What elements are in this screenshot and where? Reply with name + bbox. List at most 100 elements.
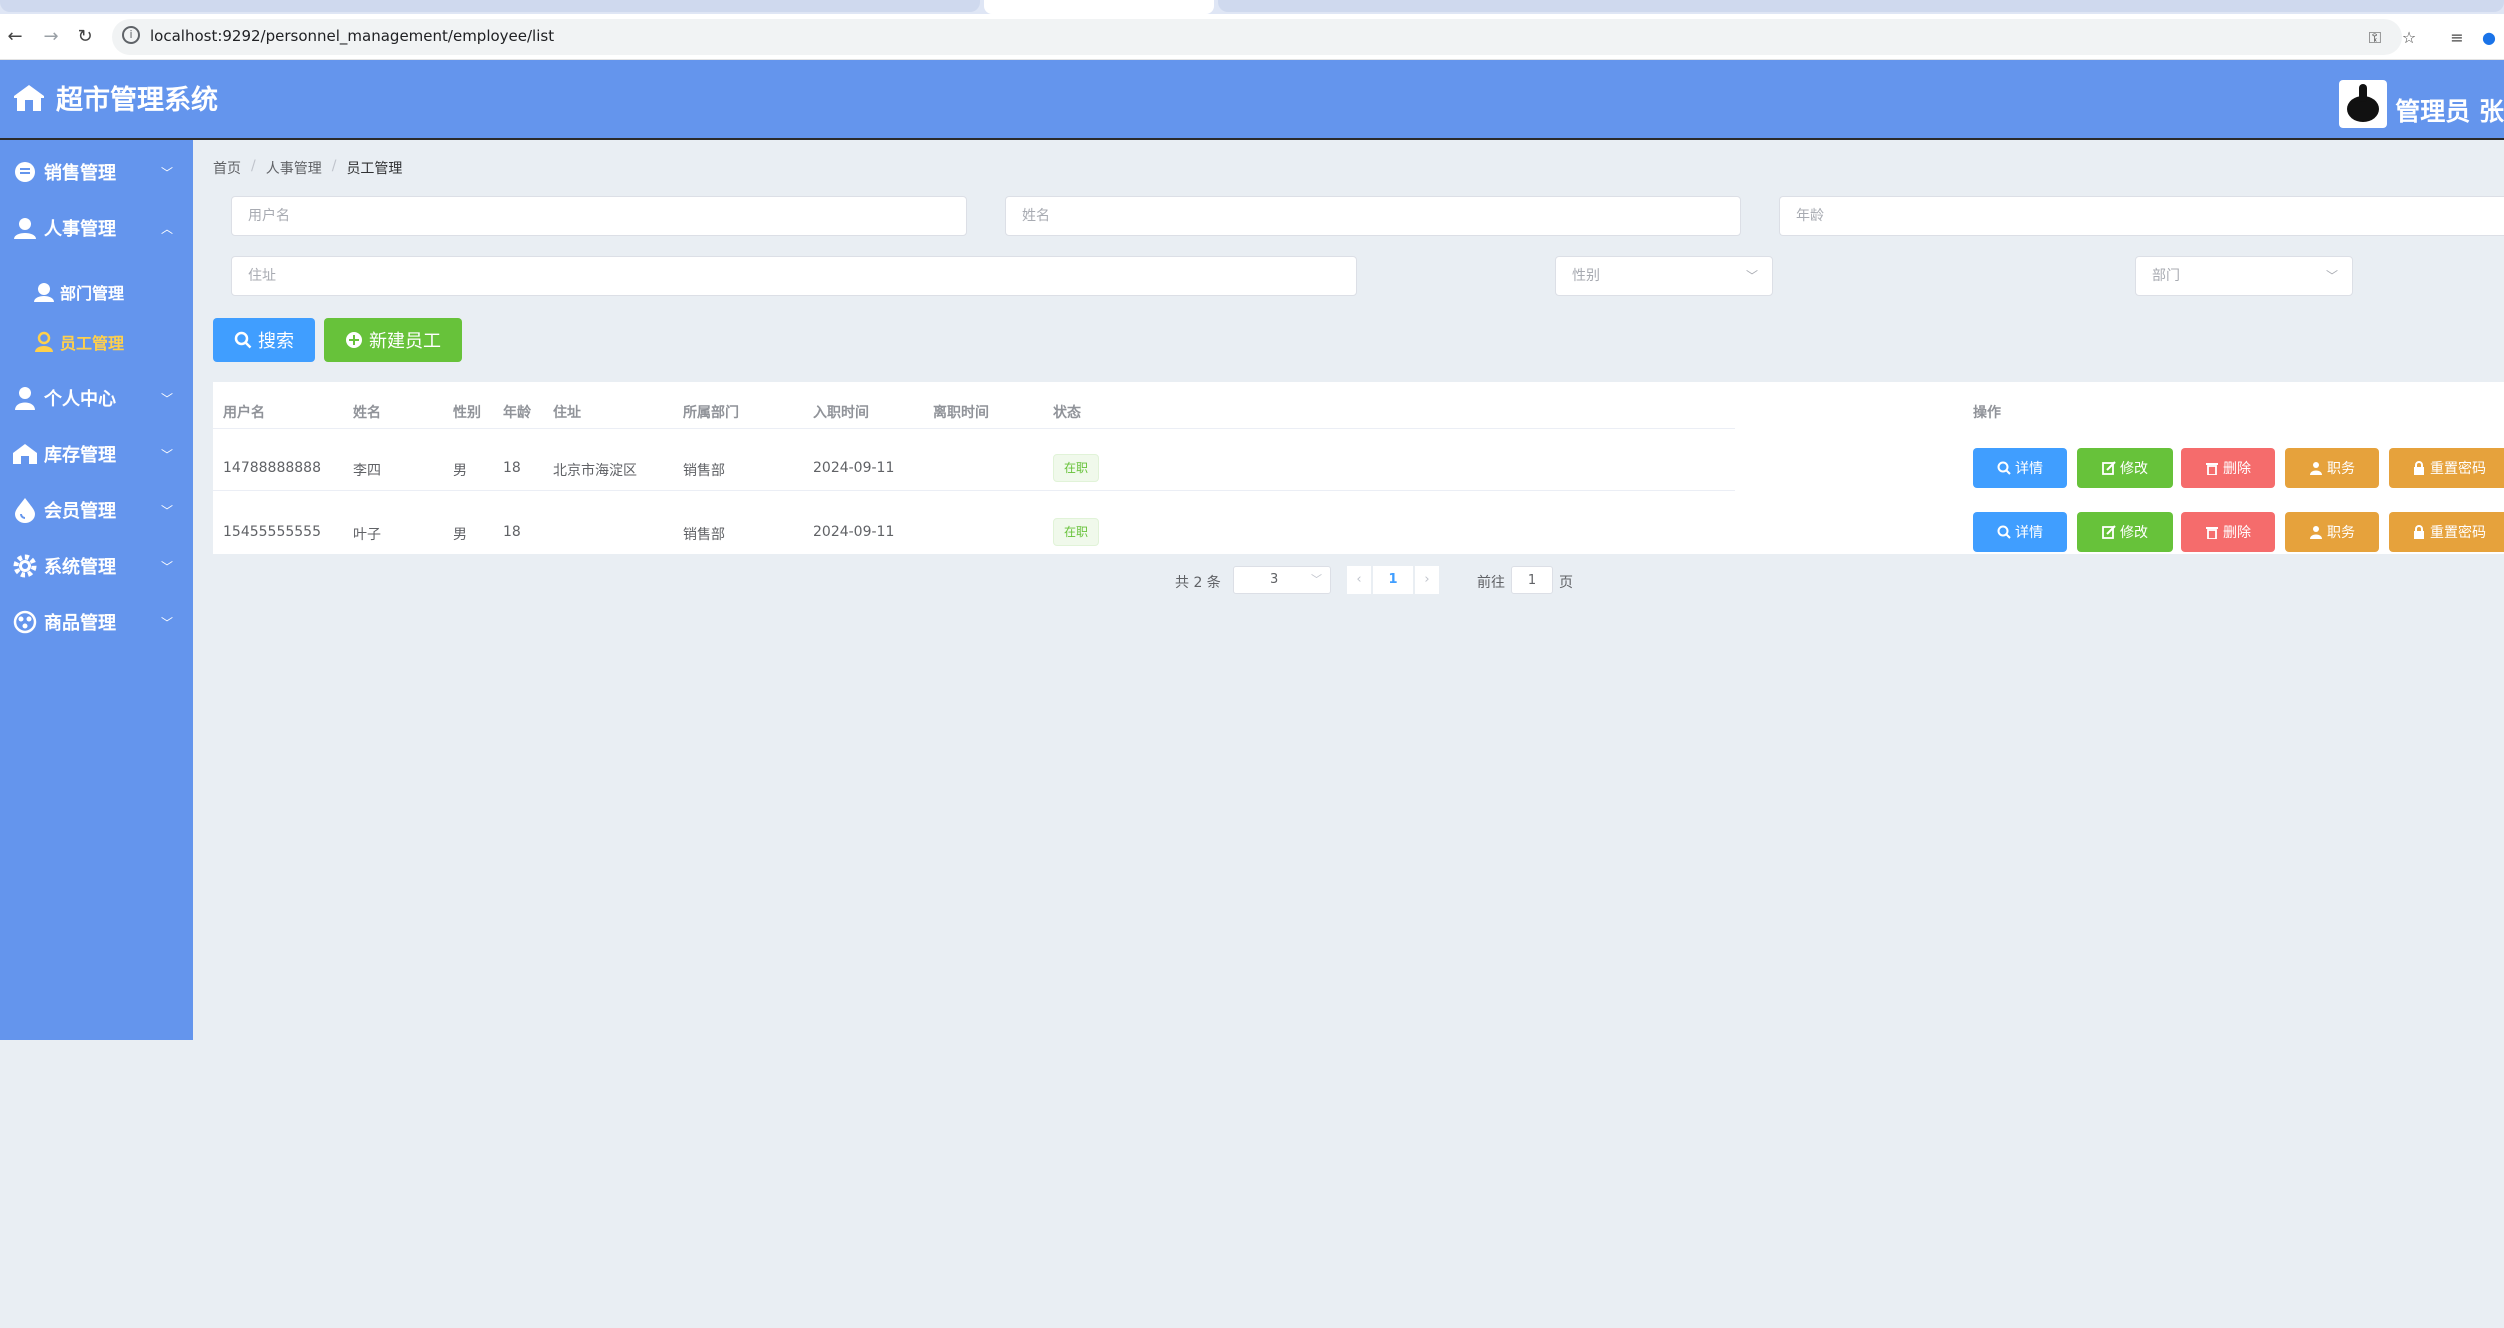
age-input[interactable] (1779, 196, 2504, 236)
drop-icon (12, 497, 38, 523)
new-employee-button[interactable]: 新建员工 (324, 318, 462, 362)
cell-name: 叶子 (353, 527, 381, 543)
bookmark-star-icon[interactable]: ☆ (2398, 27, 2420, 49)
sidebar-item-personnel[interactable]: 人事管理 ︿ (0, 202, 193, 254)
delete-button[interactable]: 删除 (2181, 448, 2275, 488)
chevron-down-icon: ﹀ (160, 392, 173, 406)
forward-icon[interactable]: → (38, 24, 64, 50)
sidebar-item-personal-center[interactable]: 个人中心 ﹀ (0, 372, 193, 424)
app-logo: 超市管理系统 (12, 78, 218, 117)
sidebar-item-membership[interactable]: 会员管理 ﹀ (0, 484, 193, 536)
column-header-operations: 操作 (1973, 405, 2001, 421)
detail-button[interactable]: 详情 (1973, 512, 2067, 552)
gender-select-placeholder: 性别 (1572, 268, 1600, 284)
lock-icon (2412, 525, 2426, 539)
sidebar-item-system[interactable]: 系统管理 ﹀ (0, 540, 193, 592)
browser-tab[interactable] (1218, 0, 2504, 12)
goto-page-input[interactable] (1511, 566, 1553, 594)
reset-password-button[interactable]: 重置密码 (2389, 512, 2504, 552)
user-icon (12, 385, 38, 411)
breadcrumb-current: 员工管理 (346, 161, 403, 177)
app-title: 超市管理系统 (56, 85, 218, 116)
employee-icon (32, 330, 56, 354)
sidebar-item-sales[interactable]: 销售管理 ﹀ (0, 146, 193, 198)
chevron-down-icon: ﹀ (160, 616, 173, 630)
column-header-username: 用户名 (223, 405, 265, 421)
sidebar-subitem-label: 部门管理 (60, 284, 125, 303)
search-button[interactable]: 搜索 (213, 318, 315, 362)
plus-circle-icon (345, 331, 363, 349)
department-select[interactable]: 部门 ﹀ (2135, 256, 2353, 296)
search-icon (1997, 461, 2011, 475)
avatar[interactable] (2339, 80, 2388, 128)
reload-icon[interactable]: ↻ (72, 24, 98, 50)
reset-password-button[interactable]: 重置密码 (2389, 448, 2504, 488)
chevron-down-icon: ﹀ (160, 560, 173, 574)
browser-toolbar: ← → ↻ i localhost:9292/personnel_managem… (0, 14, 2504, 60)
site-info-icon[interactable]: i (122, 26, 140, 44)
cell-username: 15455555555 (223, 524, 321, 540)
cell-name: 李四 (353, 463, 381, 479)
back-icon[interactable]: ← (2, 24, 28, 50)
chevron-down-icon: ﹀ (1745, 269, 1758, 283)
address-input[interactable] (231, 256, 1357, 296)
cell-gender: 男 (453, 463, 467, 479)
edit-icon (2102, 461, 2116, 475)
cell-address: 北京市海淀区 (553, 463, 637, 479)
media-icon[interactable]: ≡ (2446, 27, 2468, 49)
breadcrumb-personnel[interactable]: 人事管理 (266, 158, 322, 178)
delete-button[interactable]: 删除 (2181, 512, 2275, 552)
goto-label: 前往 (1477, 575, 1505, 591)
key-icon[interactable]: ⚿ (2364, 27, 2386, 49)
pagination-total: 共 2 条 (1175, 575, 1221, 591)
sidebar-subitem-employee[interactable]: 员工管理 (32, 320, 192, 364)
sidebar-item-label: 库存管理 (44, 445, 116, 466)
detail-button-label: 详情 (2015, 461, 2043, 477)
profile-icon[interactable]: ● (2478, 27, 2500, 49)
gender-select[interactable]: 性别 ﹀ (1555, 256, 1773, 296)
sidebar-item-label: 会员管理 (44, 501, 116, 522)
app-header: 超市管理系统 管理员 张 (0, 60, 2504, 140)
duty-button-label: 职务 (2327, 461, 2355, 477)
tag-icon (12, 159, 38, 185)
name-input[interactable] (1005, 196, 1741, 236)
sidebar-item-goods[interactable]: 商品管理 ﹀ (0, 596, 193, 648)
edit-button[interactable]: 修改 (2077, 448, 2173, 488)
status-badge: 在职 (1053, 518, 1100, 546)
cell-username: 14788888888 (223, 460, 321, 476)
chevron-down-icon: ﹀ (2325, 269, 2338, 283)
browser-tab-active[interactable] (984, 0, 1214, 14)
page-number-1[interactable]: 1 (1373, 566, 1413, 594)
user-icon (2309, 461, 2323, 475)
cell-hire-date: 2024-09-11 (813, 524, 895, 540)
column-header-department: 所属部门 (683, 405, 739, 421)
user-icon (2309, 525, 2323, 539)
prev-page-button[interactable]: ‹ (1347, 566, 1371, 594)
username-input[interactable] (231, 196, 967, 236)
next-page-button[interactable]: › (1415, 566, 1439, 594)
trash-icon (2205, 461, 2219, 475)
browser-tabstrip (0, 0, 2504, 14)
column-header-address: 住址 (553, 405, 581, 421)
duty-button[interactable]: 职务 (2285, 512, 2379, 552)
url-text[interactable]: localhost:9292/personnel_management/empl… (150, 27, 554, 45)
user-area[interactable]: 管理员 张 (2339, 72, 2504, 128)
edit-button-label: 修改 (2120, 525, 2148, 541)
delete-button-label: 删除 (2223, 525, 2251, 541)
page-size-select[interactable]: 3 ﹀ (1233, 566, 1331, 594)
cell-department: 销售部 (683, 527, 725, 543)
cell-department: 销售部 (683, 463, 725, 479)
sidebar-subitem-department[interactable]: 部门管理 (32, 270, 192, 314)
breadcrumb-separator: / (251, 158, 256, 174)
duty-button[interactable]: 职务 (2285, 448, 2379, 488)
column-header-name: 姓名 (353, 405, 381, 421)
row-divider (213, 490, 1735, 491)
edit-button[interactable]: 修改 (2077, 512, 2173, 552)
detail-button[interactable]: 详情 (1973, 448, 2067, 488)
chevron-down-icon: ﹀ (160, 448, 173, 462)
sidebar-item-label: 个人中心 (44, 389, 116, 410)
browser-tab[interactable] (0, 0, 980, 12)
status-badge: 在职 (1053, 454, 1100, 482)
breadcrumb-home[interactable]: 首页 (213, 158, 241, 178)
sidebar-item-inventory[interactable]: 库存管理 ﹀ (0, 428, 193, 480)
